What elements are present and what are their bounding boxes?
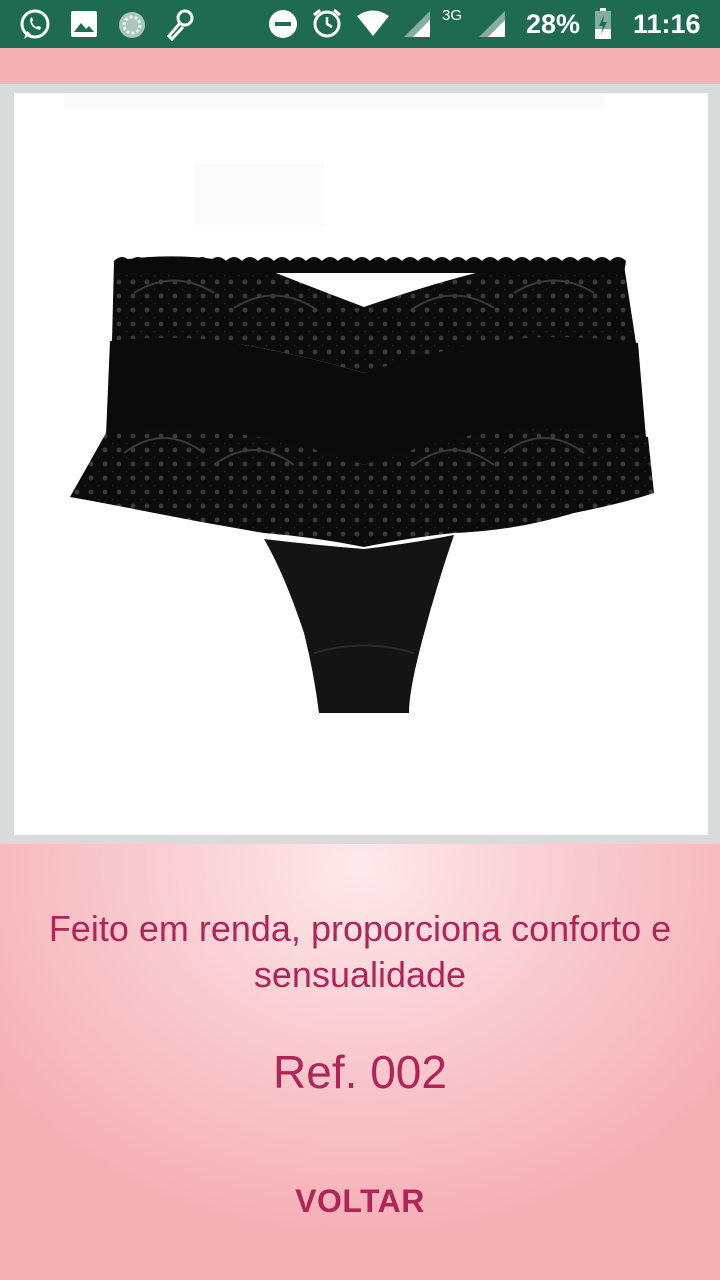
black-lace-panty [64,93,654,713]
do-not-disturb-icon [268,9,298,44]
app-top-bar [0,48,720,84]
network-type-label: 3G [442,7,463,24]
sync-icon [117,10,147,45]
alarm-icon [311,7,343,44]
whatsapp-icon [18,8,52,47]
product-reference: Ref. 002 [273,1046,447,1098]
product-description: Feito em renda, proporciona conforto e s… [48,908,672,995]
wifi-icon [356,9,390,42]
battery-percent: 28% [526,9,581,39]
battery-charging-icon [594,8,612,45]
product-info-panel: Feito em renda, proporciona conforto e s… [0,844,720,1280]
microphone-icon [165,9,195,46]
cell-signal-3g-icon [478,10,506,43]
cell-signal-icon [403,10,431,43]
product-image [14,93,708,835]
clock: 11:16 [633,9,701,39]
product-image-frame [0,84,720,844]
back-button[interactable]: VOLTAR [250,1169,470,1233]
gallery-icon [70,10,98,43]
status-bar: 3G 28% 11:16 [0,0,720,48]
